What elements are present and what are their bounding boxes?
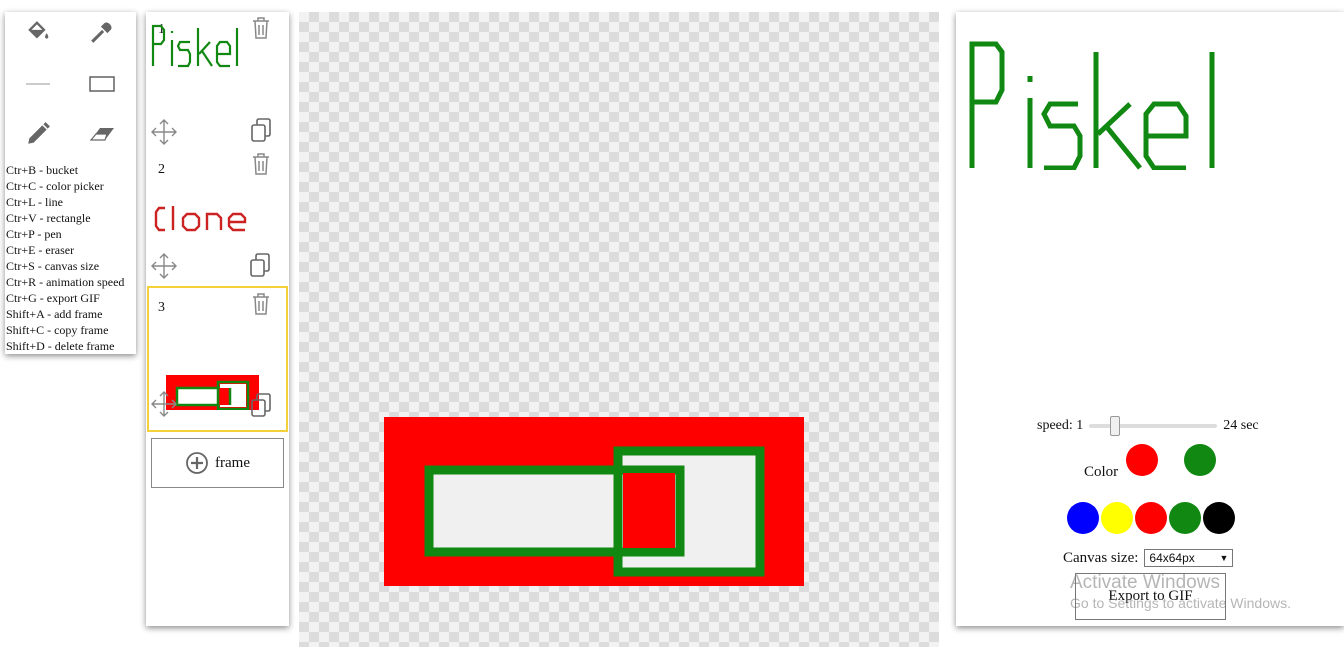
speed-control: speed: 1 24 sec [1037, 415, 1277, 437]
eraser-tool[interactable] [82, 116, 122, 152]
move-icon[interactable] [150, 118, 178, 146]
move-icon[interactable] [150, 252, 178, 280]
shortcut-item: Ctr+R - animation speed [6, 275, 125, 289]
canvas-size-control: Canvas size: 64x64px ▼ [1063, 549, 1234, 567]
copy-icon[interactable] [249, 117, 273, 143]
shortcut-item: Shift+C - copy frame [6, 323, 109, 337]
plus-circle-icon [186, 452, 208, 474]
line-icon [26, 83, 50, 85]
speed-slider-thumb[interactable] [1110, 416, 1121, 436]
canvas-size-label: Canvas size: [1063, 549, 1139, 566]
copy-icon[interactable] [248, 252, 272, 278]
add-frame-label: frame [215, 454, 250, 471]
export-gif-label: Export to GIF [1108, 588, 1193, 604]
frame-2[interactable]: 2 [147, 148, 288, 292]
palette-color-black[interactable] [1203, 502, 1235, 534]
speed-label: speed: 1 [1037, 418, 1084, 433]
rectangle-tool[interactable] [82, 66, 122, 102]
frame-number: 2 [158, 162, 165, 177]
frame-preview-piskel [151, 24, 239, 68]
shortcut-item: Ctr+E - eraser [6, 243, 75, 257]
pen-tool[interactable] [18, 116, 58, 152]
shortcut-list: Ctr+B - bucket Ctr+C - color picker Ctr+… [6, 162, 136, 354]
shortcut-item: Ctr+B - bucket [6, 163, 79, 177]
shortcut-item: Ctr+C - color picker [6, 179, 104, 193]
shortcut-item: Ctr+S - canvas size [6, 259, 100, 273]
palette-color-yellow[interactable] [1101, 502, 1133, 534]
shortcut-item: Ctr+L - line [6, 195, 63, 209]
trash-icon[interactable] [250, 292, 272, 316]
frame-number: 3 [158, 300, 165, 315]
palette-color-green[interactable] [1169, 502, 1201, 534]
color-label: Color [1084, 464, 1119, 480]
frames-panel: 1 2 3 frame [146, 12, 289, 626]
canvas-size-select[interactable]: 64x64px ▼ [1144, 549, 1234, 567]
canvas-size-value: 64x64px [1149, 551, 1195, 565]
canvas-drawing [384, 417, 804, 586]
secondary-color-swatch[interactable] [1184, 444, 1216, 476]
frame-preview-rectangles [166, 375, 259, 410]
add-frame-button[interactable]: frame [151, 438, 284, 488]
shortcut-item: Shift+D - delete frame [6, 339, 115, 353]
animation-preview [969, 41, 1215, 170]
bucket-tool[interactable] [18, 14, 58, 50]
speed-max-label: 24 sec [1223, 418, 1259, 433]
eraser-icon [89, 128, 114, 141]
trash-icon[interactable] [250, 152, 272, 176]
move-icon[interactable] [150, 390, 178, 418]
line-tool[interactable] [18, 66, 58, 102]
red-fill-overlap [623, 473, 675, 548]
palette-color-red[interactable] [1135, 502, 1167, 534]
preview-panel: speed: 1 24 sec Color Canvas size: 64x64… [956, 12, 1344, 626]
primary-color-swatch[interactable] [1126, 444, 1158, 476]
copy-icon[interactable] [249, 392, 273, 418]
shortcut-item: Ctr+P - pen [6, 227, 62, 241]
color-picker-icon [91, 22, 112, 43]
palette-color-blue[interactable] [1067, 502, 1099, 534]
color-picker-tool[interactable] [82, 14, 122, 50]
frame-preview-clone [154, 206, 247, 232]
speed-slider[interactable] [1089, 416, 1218, 436]
tools-panel: Ctr+B - bucket Ctr+C - color picker Ctr+… [5, 12, 136, 354]
pen-icon [28, 122, 50, 144]
chevron-down-icon: ▼ [1219, 553, 1229, 563]
bucket-icon [28, 21, 49, 39]
frame-1[interactable]: 1 [147, 12, 288, 156]
trash-icon[interactable] [250, 16, 272, 40]
shortcut-item: Ctr+V - rectangle [6, 211, 91, 225]
drawing-canvas[interactable] [299, 12, 939, 647]
frame-3[interactable]: 3 [147, 286, 288, 432]
rectangle-icon [89, 76, 115, 92]
shortcut-item: Ctr+G - export GIF [6, 291, 100, 305]
export-gif-button[interactable]: Export to GIF [1075, 573, 1226, 620]
shortcut-item: Shift+A - add frame [6, 307, 103, 321]
